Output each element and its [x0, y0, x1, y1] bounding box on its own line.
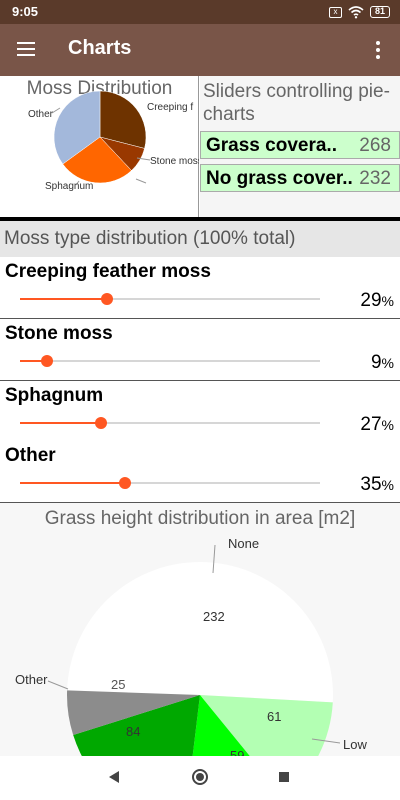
moss-slider-track[interactable] — [20, 417, 320, 429]
moss-slider-track[interactable] — [20, 355, 320, 367]
moss-slider-row: Sphagnum 27% — [0, 381, 400, 443]
moss-row-percent: 9% — [370, 352, 394, 373]
grass-height-chart: Grass height distribution in area [m2] N… — [0, 503, 400, 756]
grass-slice-value: 84 — [126, 724, 140, 739]
battery-icon: 81 — [369, 6, 390, 18]
grass-pie-svg: None Other Low 232 25 84 59 61 — [15, 536, 367, 756]
grass-outside-label: Other — [15, 672, 48, 687]
moss-pie-svg: Creeping f Stone moss Sphagnum Other — [28, 90, 199, 192]
wifi-icon — [348, 6, 364, 19]
moss-row-label: Other — [5, 445, 56, 466]
moss-row-label: Stone moss — [5, 323, 113, 344]
app-title: Charts — [68, 37, 132, 59]
slider-thumb[interactable] — [119, 477, 131, 489]
moss-row-label: Creeping feather moss — [5, 261, 211, 282]
grass-slice-value: 232 — [203, 609, 225, 624]
moss-row-label: Sphagnum — [5, 385, 104, 406]
moss-distribution-chart: Moss Distribution Creeping f Stone moss … — [0, 76, 199, 217]
slider-thumb[interactable] — [101, 293, 113, 305]
moss-slider-row: Stone moss 9% — [0, 319, 400, 381]
grass-slice-value: 59 — [230, 748, 244, 756]
grass-item-value: 232 — [359, 168, 391, 189]
grass-outside-label: Low — [343, 737, 367, 752]
moss-slider-track[interactable] — [20, 477, 320, 489]
moss-row-percent: 29% — [360, 290, 394, 311]
slider-fill — [20, 482, 125, 484]
hamburger-menu-icon[interactable] — [14, 38, 38, 62]
grass-outside-label: None — [228, 536, 259, 551]
no-grass-coverage-item[interactable]: No grass cover.. 232 — [200, 164, 400, 192]
status-time: 9:05 — [12, 4, 39, 19]
grass-slice-value: 61 — [267, 709, 281, 724]
home-icon[interactable] — [192, 769, 208, 785]
app-bar: Charts — [0, 24, 400, 76]
overflow-menu-icon[interactable] — [370, 38, 386, 62]
moss-row-percent: 27% — [360, 414, 394, 435]
status-bar: 9:05 x 81 — [0, 0, 400, 24]
back-icon[interactable] — [109, 771, 119, 783]
grass-coverage-item[interactable]: Grass covera.. 268 — [200, 131, 400, 159]
moss-slice-label: Stone moss — [150, 156, 199, 167]
recents-icon[interactable] — [279, 772, 289, 782]
moss-slider-row: Other 35% — [0, 441, 400, 503]
moss-row-percent: 35% — [360, 474, 394, 495]
notification-box-icon: x — [328, 6, 342, 18]
slider-fill — [20, 422, 101, 424]
moss-slice-label: Creeping f — [147, 102, 193, 113]
status-icons: x 81 — [328, 3, 390, 21]
moss-slice-label: Other — [28, 109, 54, 120]
slider-thumb[interactable] — [95, 417, 107, 429]
grass-item-value: 268 — [359, 135, 391, 156]
slider-fill — [20, 298, 107, 300]
slider-thumb[interactable] — [41, 355, 53, 367]
distribution-title: Moss type distribution (100% total) — [4, 228, 296, 249]
distribution-header: Moss type distribution (100% total) — [0, 221, 400, 257]
grass-item-label: Grass covera.. — [206, 135, 337, 156]
sliders-panel-title: Sliders controlling pie-charts — [203, 81, 390, 125]
moss-slider-track[interactable] — [20, 293, 320, 305]
grass-item-label: No grass cover.. — [206, 168, 353, 189]
moss-slice-label: Sphagnum — [45, 181, 93, 192]
pie-slice-none — [67, 562, 333, 703]
navigation-bar — [0, 756, 400, 800]
grass-slice-value: 25 — [111, 677, 125, 692]
moss-slider-row: Creeping feather moss 29% — [0, 257, 400, 319]
